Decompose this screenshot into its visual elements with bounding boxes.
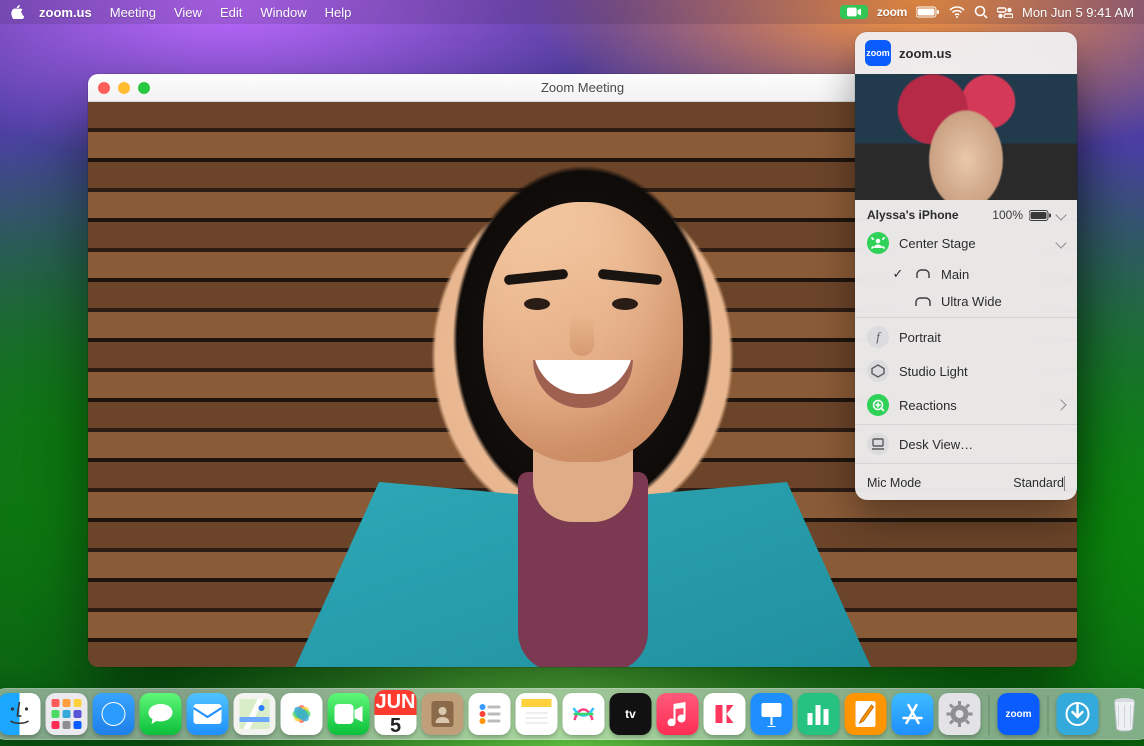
device-name: Alyssa's iPhone (867, 208, 959, 222)
control-center-icon[interactable] (997, 6, 1013, 18)
lens-ultrawide-label: Ultra Wide (941, 294, 1002, 309)
popover-app-label: zoom.us (899, 46, 952, 61)
menubar-item-meeting[interactable]: Meeting (101, 5, 165, 20)
desk-view-icon (867, 433, 889, 455)
studio-light-label: Studio Light (899, 364, 968, 379)
menubar-right: zoom Mon Jun 5 9:41 AM (840, 5, 1134, 20)
checkmark-icon: ✓ (891, 266, 905, 282)
studio-light-row[interactable]: Studio Light (855, 354, 1077, 388)
dock-app-system-settings[interactable] (939, 693, 981, 735)
chevron-down-icon (1055, 237, 1066, 248)
desk-view-label: Desk View… (899, 437, 973, 452)
dock-app-launchpad[interactable] (46, 693, 88, 735)
zoom-meeting-window: Zoom Meeting zoom zoom.us Alyssa's iPhon… (88, 74, 1077, 667)
lens-icon (915, 269, 931, 279)
eye-shape (612, 298, 638, 310)
dock-app-finder[interactable] (0, 693, 41, 735)
dock-separator (989, 695, 990, 735)
popover-header: zoom zoom.us (855, 32, 1077, 74)
dock-app-calendar[interactable]: JUN5 (375, 693, 417, 735)
dock-app-numbers[interactable] (798, 693, 840, 735)
menubar-left: zoom.us Meeting View Edit Window Help (10, 5, 360, 20)
device-row[interactable]: Alyssa's iPhone 100% (855, 200, 1077, 226)
divider (855, 424, 1077, 425)
spotlight-search-icon[interactable] (974, 5, 988, 19)
nose-shape (570, 312, 594, 356)
apple-menu-icon[interactable] (10, 5, 24, 19)
menubar-zoom-label[interactable]: zoom (877, 5, 907, 19)
lens-icon (915, 297, 931, 307)
chevron-right-icon (1055, 399, 1066, 410)
zoom-app-icon: zoom (865, 40, 891, 66)
portrait-label: Portrait (899, 330, 941, 345)
portrait-row[interactable]: f Portrait (855, 320, 1077, 354)
mic-mode-value: Standard (1013, 476, 1064, 490)
dock-app-maps[interactable] (234, 693, 276, 735)
calendar-day: 5 (390, 715, 401, 738)
device-battery: 100% (992, 208, 1065, 222)
menubar-clock[interactable]: Mon Jun 5 9:41 AM (1022, 5, 1134, 20)
mic-mode-label: Mic Mode (867, 476, 921, 490)
center-stage-label: Center Stage (899, 236, 976, 251)
camera-preview-thumbnail (855, 74, 1077, 200)
dock-app-safari[interactable] (93, 693, 135, 735)
dock-app-tv[interactable]: tv (610, 693, 652, 735)
center-stage-icon (867, 232, 889, 254)
lens-main-label: Main (941, 267, 969, 282)
dock-app-pages[interactable] (845, 693, 887, 735)
dock-app-mail[interactable] (187, 693, 229, 735)
window-close-button[interactable] (98, 82, 110, 94)
chevron-right-icon (1064, 476, 1065, 491)
dock-app-music[interactable] (657, 693, 699, 735)
menubar-item-view[interactable]: View (165, 5, 211, 20)
dock-app-facetime[interactable] (328, 693, 370, 735)
lens-main-row[interactable]: ✓ Main (855, 260, 1077, 288)
dock-app-zoom[interactable]: zoom (998, 693, 1040, 735)
menubar-item-help[interactable]: Help (316, 5, 361, 20)
mic-mode-row[interactable]: Mic Mode Standard (855, 466, 1077, 500)
center-stage-row[interactable]: Center Stage (855, 226, 1077, 260)
dock-separator (1048, 695, 1049, 735)
menubar: zoom.us Meeting View Edit Window Help zo… (0, 0, 1144, 24)
window-minimize-button[interactable] (118, 82, 130, 94)
battery-percent: 100% (992, 208, 1023, 222)
reactions-row[interactable]: Reactions (855, 388, 1077, 422)
dock-app-appstore[interactable] (892, 693, 934, 735)
dock-app-messages[interactable] (140, 693, 182, 735)
dock-app-photos[interactable] (281, 693, 323, 735)
portrait-icon: f (867, 326, 889, 348)
window-fullscreen-button[interactable] (138, 82, 150, 94)
calendar-month: JUN (375, 690, 417, 715)
battery-status-icon[interactable] (916, 6, 940, 18)
reactions-icon (867, 394, 889, 416)
eye-shape (524, 298, 550, 310)
window-traffic-lights (98, 82, 150, 94)
dock-app-notes[interactable] (516, 693, 558, 735)
dock-app-reminders[interactable] (469, 693, 511, 735)
dock-app-freeform[interactable] (563, 693, 605, 735)
dock: JUN5 tv zoom (0, 688, 1144, 740)
desk-view-row[interactable]: Desk View… (855, 427, 1077, 461)
continuity-camera-popover: zoom zoom.us Alyssa's iPhone 100% Center… (855, 32, 1077, 500)
dock-app-contacts[interactable] (422, 693, 464, 735)
dock-stack-downloads[interactable] (1057, 693, 1099, 735)
dock-trash[interactable] (1104, 693, 1144, 735)
menubar-item-edit[interactable]: Edit (211, 5, 251, 20)
divider (855, 317, 1077, 318)
divider (855, 463, 1077, 464)
menubar-app-name[interactable]: zoom.us (30, 5, 101, 20)
dock-app-keynote[interactable] (751, 693, 793, 735)
lens-ultrawide-row[interactable]: Ultra Wide (855, 288, 1077, 315)
menubar-item-window[interactable]: Window (251, 5, 315, 20)
menubar-zoom-status-icon[interactable] (840, 5, 868, 19)
studio-light-icon (867, 360, 889, 382)
dock-app-news[interactable] (704, 693, 746, 735)
chevron-down-icon (1055, 209, 1066, 220)
wifi-status-icon[interactable] (949, 6, 965, 18)
reactions-label: Reactions (899, 398, 957, 413)
